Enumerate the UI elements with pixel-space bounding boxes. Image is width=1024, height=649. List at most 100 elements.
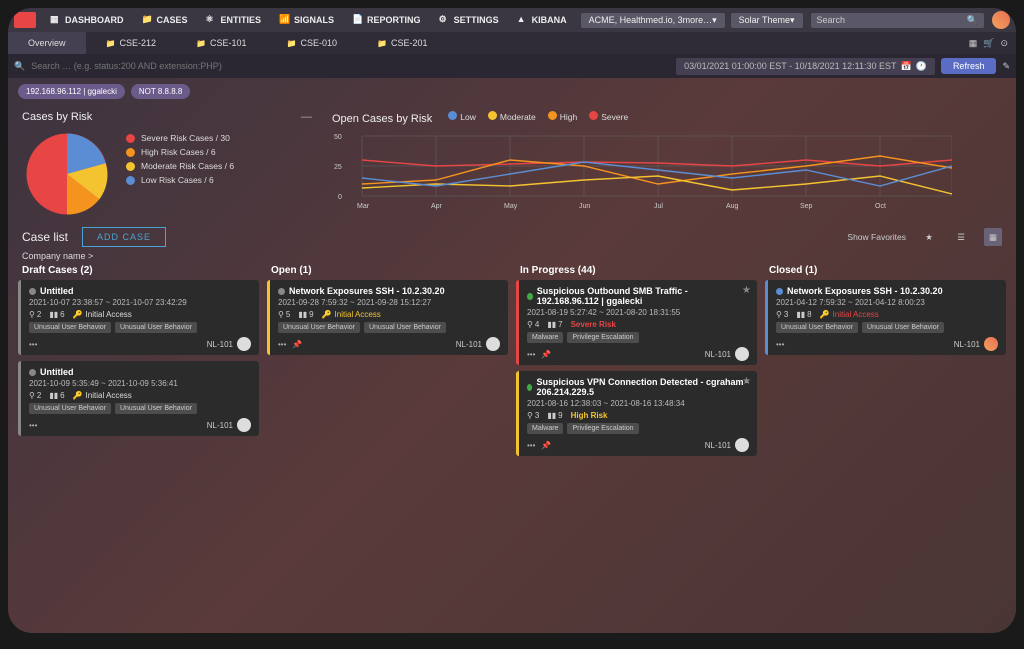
tenant-selector[interactable]: ACME, Healthmed.io, 3more… ▾ (581, 13, 725, 28)
key-icon: 🔑 (820, 310, 830, 319)
entities-icon: ⚛ (206, 14, 218, 26)
date-range[interactable]: 03/01/2021 01:00:00 EST - 10/18/2021 12:… (676, 58, 935, 75)
kanban-columns: Draft Cases (2) Untitled 2021-10-07 23:3… (8, 263, 1016, 464)
grid-view-icon[interactable]: ▦ (984, 228, 1002, 246)
status-dot (527, 384, 532, 391)
add-case-button[interactable]: ADD CASE (82, 227, 166, 247)
case-card[interactable]: ★ Suspicious Outbound SMB Traffic - 192.… (516, 280, 757, 365)
favorite-star-icon[interactable]: ★ (742, 376, 751, 387)
refresh-button[interactable]: Refresh (941, 58, 997, 74)
caselist-header: Case list ADD CASE Show Favorites ★ ☰ ▦ (8, 219, 1016, 251)
play-icon[interactable]: ⊙ (1000, 38, 1008, 49)
tag[interactable]: Malware (527, 332, 563, 343)
nav-reporting[interactable]: 📄REPORTING (344, 11, 429, 29)
tag[interactable]: Unusual User Behavior (29, 403, 111, 414)
tab-cse-212[interactable]: CSE-212 (86, 32, 177, 54)
charts-row: Cases by Risk— Severe Risk Cases / 30 Hi… (8, 105, 1016, 219)
nav-kibana[interactable]: ▲KIBANA (509, 11, 575, 29)
assignee-avatar[interactable] (486, 337, 500, 351)
more-icon[interactable]: ••• (278, 340, 286, 349)
col-title-inprogress: In Progress (44) (516, 265, 757, 276)
tag[interactable]: Privilege Escalation (567, 423, 638, 434)
tab-cse-010[interactable]: CSE-010 (267, 32, 358, 54)
pin-icon[interactable]: 📌 (541, 350, 551, 359)
filter-chip-ip[interactable]: 192.168.96.112 | ggalecki (18, 84, 125, 99)
star-icon[interactable]: ★ (920, 228, 938, 246)
case-card[interactable]: Network Exposures SSH - 10.2.30.20 2021-… (267, 280, 508, 355)
global-search[interactable]: Search🔍 (811, 13, 984, 28)
status-dot (776, 288, 783, 295)
col-draft: Draft Cases (2) Untitled 2021-10-07 23:3… (18, 265, 259, 462)
tag[interactable]: Unusual User Behavior (115, 403, 197, 414)
reporting-icon: 📄 (352, 14, 364, 26)
user-avatar[interactable] (992, 11, 1010, 29)
theme-selector[interactable]: Solar Theme ▾ (731, 13, 803, 28)
tag[interactable]: Unusual User Behavior (29, 322, 111, 333)
tab-cse-101[interactable]: CSE-101 (176, 32, 267, 54)
calendar-icon: 📅 (901, 61, 912, 72)
company-name[interactable]: Company name > (8, 251, 1016, 263)
svg-text:Jul: Jul (654, 203, 663, 210)
case-card[interactable]: ★ Suspicious VPN Connection Detected - c… (516, 371, 757, 456)
tag[interactable]: Unusual User Behavior (862, 322, 944, 333)
svg-text:0: 0 (338, 194, 342, 201)
tag[interactable]: Unusual User Behavior (115, 322, 197, 333)
status-dot (29, 288, 36, 295)
nav-dashboard[interactable]: ▦DASHBOARD (42, 11, 132, 29)
nav-signals[interactable]: 📶SIGNALS (271, 11, 342, 29)
assignee-avatar[interactable] (735, 347, 749, 361)
collapse-icon[interactable]: — (301, 111, 312, 123)
dashboard-icon: ▦ (50, 14, 62, 26)
tab-cse-201[interactable]: CSE-201 (357, 32, 448, 54)
col-title-closed: Closed (1) (765, 265, 1006, 276)
svg-text:Apr: Apr (431, 203, 443, 210)
nav-entities[interactable]: ⚛ENTITIES (198, 11, 270, 29)
nav-settings[interactable]: ⚙SETTINGS (431, 11, 507, 29)
pie-title: Cases by Risk (22, 111, 92, 123)
chevron-down-icon: ▾ (712, 15, 717, 26)
list-view-icon[interactable]: ☰ (952, 228, 970, 246)
cart-icon[interactable]: 🛒 (983, 38, 994, 49)
more-icon[interactable]: ••• (776, 340, 784, 349)
assignee-avatar[interactable] (984, 337, 998, 351)
grid-icon[interactable]: ▦ (969, 38, 978, 49)
tag[interactable]: Unusual User Behavior (278, 322, 360, 333)
legend-dot-moderate (488, 111, 497, 120)
filter-chip-not[interactable]: NOT 8.8.8.8 (131, 84, 190, 99)
more-icon[interactable]: ••• (29, 340, 37, 349)
tab-overview[interactable]: Overview (8, 32, 86, 54)
svg-text:Jun: Jun (579, 203, 590, 210)
tag[interactable]: Unusual User Behavior (776, 322, 858, 333)
legend-dot-severe (126, 134, 135, 143)
key-icon: 🔑 (73, 391, 83, 400)
more-icon[interactable]: ••• (527, 441, 535, 450)
line-legend: Low Moderate High Severe (448, 111, 628, 122)
pin-icon[interactable]: 📌 (292, 340, 302, 349)
tag[interactable]: Privilege Escalation (567, 332, 638, 343)
legend-dot-severe (589, 111, 598, 120)
svg-text:Mar: Mar (357, 203, 370, 210)
nav-cases[interactable]: 📁CASES (134, 11, 196, 29)
assignee-avatar[interactable] (735, 438, 749, 452)
case-card[interactable]: Network Exposures SSH - 10.2.30.20 2021-… (765, 280, 1006, 355)
assignee-avatar[interactable] (237, 337, 251, 351)
legend-dot-moderate (126, 162, 135, 171)
assignee-avatar[interactable] (237, 418, 251, 432)
more-icon[interactable]: ••• (29, 421, 37, 430)
key-icon: 🔑 (73, 310, 83, 319)
pin-icon[interactable]: 📌 (541, 441, 551, 450)
favorite-star-icon[interactable]: ★ (742, 285, 751, 296)
more-icon[interactable]: ••• (527, 350, 535, 359)
case-card[interactable]: Untitled 2021-10-07 23:38:57 ~ 2021-10-0… (18, 280, 259, 355)
case-card[interactable]: Untitled 2021-10-09 5:35:49 ~ 2021-10-09… (18, 361, 259, 436)
tag[interactable]: Unusual User Behavior (364, 322, 446, 333)
svg-text:50: 50 (334, 134, 342, 141)
tag[interactable]: Malware (527, 423, 563, 434)
edit-icon[interactable]: ✎ (1002, 61, 1010, 72)
legend-dot-low (448, 111, 457, 120)
line-title: Open Cases by Risk (332, 113, 432, 125)
svg-text:25: 25 (334, 164, 342, 171)
query-input[interactable] (31, 61, 670, 71)
search-icon: 🔍 (14, 61, 25, 72)
folder-icon: 📁 (142, 14, 154, 26)
